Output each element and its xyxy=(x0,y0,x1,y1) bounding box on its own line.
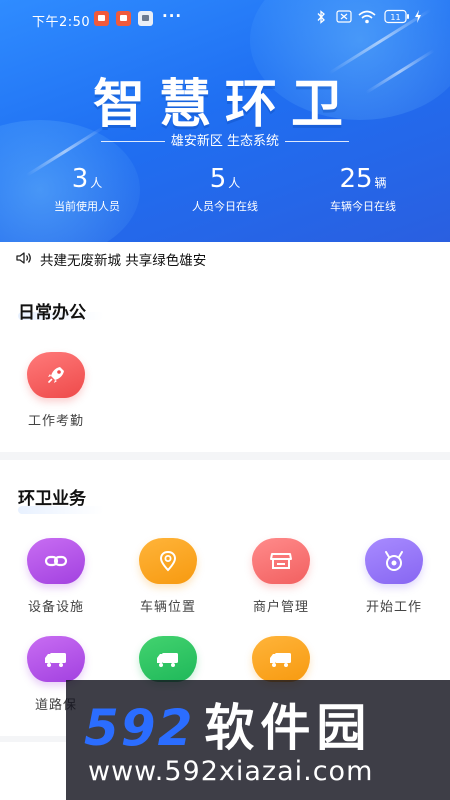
section-title: 环卫业务 xyxy=(18,489,86,509)
stat-unit: 辆 xyxy=(374,176,387,190)
truck-icon xyxy=(139,636,197,682)
tile-start-work[interactable]: 开始工作 xyxy=(338,538,450,615)
tile-label: 设备设施 xyxy=(27,600,84,615)
watermark-digits: 592 xyxy=(84,699,195,757)
stat-caption: 车辆今日在线 xyxy=(330,200,396,213)
storefront-icon xyxy=(252,538,310,584)
stat-vehicles-online: 25 辆 车辆今日在线 xyxy=(288,164,438,214)
truck-icon xyxy=(27,636,85,682)
section-title: 日常办公 xyxy=(18,303,86,323)
watermark-brand-text: 软件园 xyxy=(204,699,373,757)
app-subtitle: 雄安新区 生态系统 xyxy=(0,130,450,149)
tile-attendance[interactable]: 工作考勤 xyxy=(0,352,112,429)
location-pin-icon xyxy=(139,538,197,584)
stat-value: 25 xyxy=(339,164,373,194)
tile-label: 工作考勤 xyxy=(27,414,84,429)
app-subtitle-text: 雄安新区 生态系统 xyxy=(170,134,280,149)
section-divider xyxy=(0,452,450,460)
app-notification-icon xyxy=(138,11,153,26)
charging-icon xyxy=(414,10,422,27)
tile-label: 开始工作 xyxy=(365,600,422,615)
stat-active-users: 3人 当前使用人员 xyxy=(12,164,162,214)
tile-merchant-management[interactable]: 商户管理 xyxy=(225,538,337,615)
battery-icon: 11 xyxy=(384,9,410,28)
spacer xyxy=(0,274,450,282)
app-title: 智慧环卫 xyxy=(92,75,357,135)
header-banner: 下午2:50 ··· 11 智慧环卫 雄安新区 生态系统 3人 当前使用人员 5… xyxy=(0,0,450,242)
divider xyxy=(285,141,350,142)
stat-staff-online: 5人 人员今日在线 xyxy=(150,164,300,214)
eye-devil-icon xyxy=(365,538,423,584)
wifi-icon xyxy=(358,10,376,28)
tile-equipment[interactable]: 设备设施 xyxy=(0,538,112,615)
stat-value: 3 xyxy=(71,164,89,194)
watermark-brand: 592 软件园 xyxy=(84,688,372,760)
section-daily-office: 日常办公 工作考勤 xyxy=(0,282,450,452)
truck-icon xyxy=(252,636,310,682)
status-time: 下午2:50 xyxy=(32,15,91,30)
divider xyxy=(100,141,165,142)
tile-label: 车辆位置 xyxy=(139,600,196,615)
stat-unit: 人 xyxy=(90,176,103,190)
status-bar: 下午2:50 ··· 11 xyxy=(0,0,450,38)
sim-icon xyxy=(336,10,352,27)
more-notifications-icon: ··· xyxy=(162,7,183,25)
app-notification-icon xyxy=(94,11,109,26)
notice-text: 共建无废新城 共享绿色雄安 xyxy=(40,253,207,269)
stat-caption: 人员今日在线 xyxy=(192,200,258,213)
watermark-url: www.592xiazai.com xyxy=(88,756,374,787)
tile-vehicle-location[interactable]: 车辆位置 xyxy=(112,538,224,615)
stat-caption: 当前使用人员 xyxy=(54,200,120,213)
stat-value: 5 xyxy=(209,164,227,194)
rocket-icon xyxy=(27,352,85,398)
notice-bar[interactable]: 共建无废新城 共享绿色雄安 xyxy=(0,242,450,274)
stats-row: 3人 当前使用人员 5人 人员今日在线 25 辆 车辆今日在线 xyxy=(0,164,450,224)
svg-text:11: 11 xyxy=(390,13,400,22)
app-notification-icon xyxy=(116,11,131,26)
bluetooth-icon xyxy=(316,10,326,28)
link-icon xyxy=(27,538,85,584)
speaker-icon xyxy=(16,250,32,269)
tile-label: 商户管理 xyxy=(252,600,309,615)
section-divider xyxy=(0,736,66,742)
stat-unit: 人 xyxy=(228,176,241,190)
watermark: 592 软件园 www.592xiazai.com xyxy=(66,680,450,800)
